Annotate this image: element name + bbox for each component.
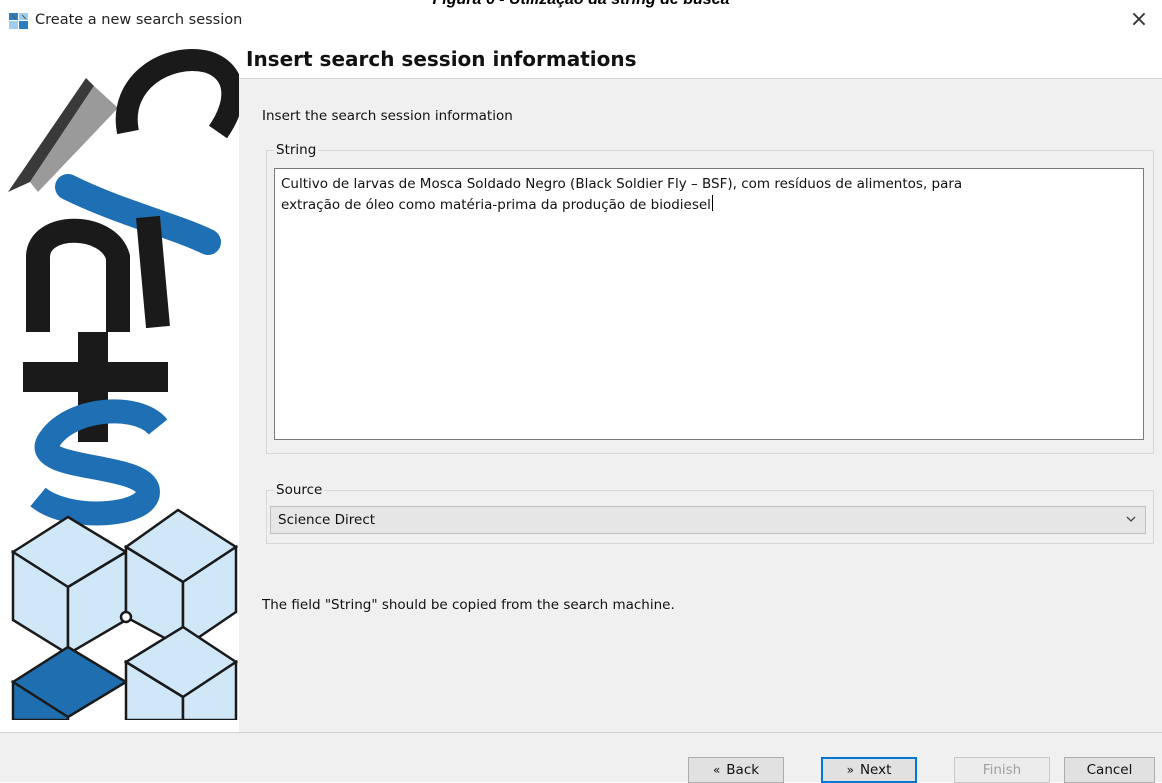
instruction-text: Insert the search session information (262, 108, 513, 124)
title-bar: Create a new search session × (0, 0, 1162, 42)
double-chevron-right-icon: » (846, 763, 854, 777)
close-icon[interactable]: × (1128, 9, 1150, 32)
finish-button: Finish (954, 757, 1050, 783)
next-label: Next (859, 762, 892, 778)
double-chevron-left-icon: « (712, 763, 721, 777)
cancel-button[interactable]: Cancel (1064, 757, 1155, 783)
back-label: Back (726, 762, 760, 778)
string-text-line-2: extração de óleo como matéria-prima da p… (281, 195, 713, 213)
text-caret (711, 195, 713, 211)
window-title: Create a new search session (35, 12, 243, 28)
next-button[interactable]: » Next (821, 757, 917, 783)
hint-text: The field "String" should be copied from… (262, 597, 675, 613)
string-textarea[interactable]: Cultivo de larvas de Mosca Soldado Negro… (274, 168, 1144, 440)
source-label: Source (274, 482, 325, 498)
wizard-header: Insert search session informations (239, 42, 1162, 79)
start-logo (8, 49, 239, 720)
chevron-down-icon (1126, 516, 1136, 522)
button-bar: « Back » Next Finish Cancel (0, 732, 1162, 783)
app-icon (9, 13, 28, 29)
string-text-line-1: Cultivo de larvas de Mosca Soldado Negro… (281, 176, 963, 192)
source-select[interactable]: Science Direct (270, 506, 1146, 534)
page-title: Insert search session informations (246, 47, 637, 71)
string-label: String (274, 142, 319, 158)
back-button[interactable]: « Back (688, 757, 784, 783)
source-selected-value: Science Direct (278, 512, 376, 528)
start-logo-panel (8, 42, 239, 720)
